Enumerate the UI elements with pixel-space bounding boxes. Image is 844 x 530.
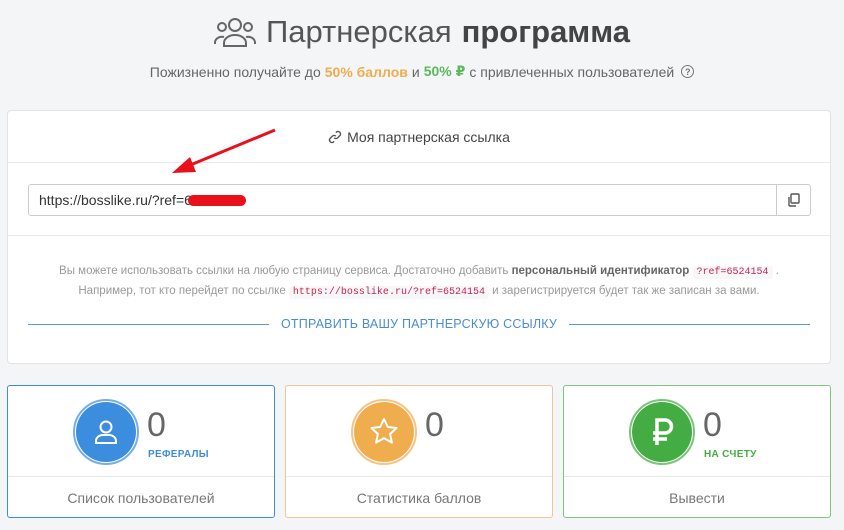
page-title: Партнерская программа <box>213 14 631 50</box>
example-link-code: https://bosslike.ru/?ref=6524154 <box>288 286 489 299</box>
user-icon <box>95 420 117 444</box>
subtitle-after: с привлеченных пользователей <box>469 63 675 80</box>
stat-card-referrals: 0 РЕФЕРАЛЫ Список пользователей <box>7 385 275 518</box>
copy-icon <box>787 193 800 207</box>
balance-label: НА СЧЕТУ <box>704 449 757 460</box>
stat-top: 0 НА СЧЕТУ <box>564 386 830 476</box>
divider-line <box>569 323 811 325</box>
desc-text: и зарегистрируется будет так же записан … <box>492 285 760 297</box>
subtitle-points: 50% баллов <box>324 63 408 80</box>
page-subtitle: Пожизненно получайте до 50% баллов и 50%… <box>0 63 844 80</box>
users-group-icon <box>213 18 256 47</box>
send-link-row: ОТПРАВИТЬ ВАШУ ПАРТНЕРСКУЮ ССЫЛКУ <box>28 317 811 331</box>
subtitle-rub: 50% ₽ <box>423 63 466 79</box>
desc-text: Например, тот кто перейдет по ссылке <box>78 285 286 297</box>
redaction-mark <box>188 195 246 206</box>
stat-icon-circle <box>629 399 695 465</box>
desc-text: Вы можете использовать ссылки на любую с… <box>59 265 509 277</box>
points-statistics-button[interactable]: Статистика баллов <box>286 476 552 518</box>
referrals-count: 0 <box>147 406 166 444</box>
users-list-button[interactable]: Список пользователей <box>8 476 274 518</box>
ruble-icon <box>653 418 674 445</box>
page-header: Партнерская программа Пожизненно получай… <box>0 14 844 80</box>
partner-link-field <box>28 184 811 216</box>
partner-link-heading-text: Моя партнерская ссылка <box>347 128 510 145</box>
partner-link-heading: Моя партнерская ссылка <box>8 111 830 163</box>
title-bold: программа <box>461 14 631 49</box>
send-partner-link[interactable]: ОТПРАВИТЬ ВАШУ ПАРТНЕРСКУЮ ССЫЛКУ <box>281 317 557 331</box>
stat-icon-circle <box>73 399 139 465</box>
link-row <box>8 163 830 236</box>
points-count: 0 <box>425 406 444 444</box>
copy-button[interactable] <box>776 185 810 215</box>
partner-link-card: Моя партнерская ссылка Вы можете использ… <box>7 110 831 364</box>
subtitle-and: и <box>411 63 420 80</box>
balance-amount: 0 <box>703 406 722 444</box>
subtitle-text: Пожизненно получайте до <box>149 63 321 80</box>
desc-bold: персональный идентификатор <box>511 265 690 277</box>
link-icon <box>328 130 342 143</box>
partner-link-description: Вы можете использовать ссылки на любую с… <box>59 265 779 299</box>
stat-card-points: 0 Статистика баллов <box>285 385 553 518</box>
star-icon <box>370 418 398 444</box>
partner-link-input[interactable] <box>29 185 776 215</box>
referrals-label: РЕФЕРАЛЫ <box>148 449 209 460</box>
help-icon[interactable]: ? <box>681 65 695 78</box>
stat-top: 0 <box>286 386 552 476</box>
stat-card-balance: 0 НА СЧЕТУ Вывести <box>563 385 831 518</box>
stat-top: 0 РЕФЕРАЛЫ <box>8 386 274 476</box>
title-light: Партнерская <box>265 14 452 49</box>
withdraw-button[interactable]: Вывести <box>564 476 830 518</box>
stat-icon-circle <box>351 399 417 465</box>
ref-code: ?ref=6524154 <box>692 266 773 279</box>
divider-line <box>28 323 269 325</box>
